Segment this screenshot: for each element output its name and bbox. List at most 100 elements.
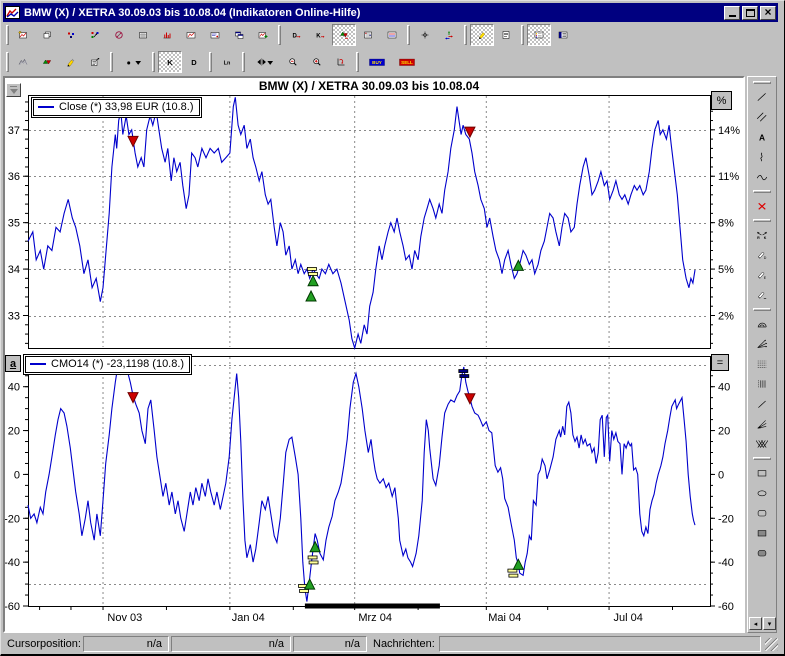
toolbar-separator	[278, 25, 281, 45]
cmo-legend[interactable]: CMO14 (*) -23,1198 (10.8.)	[23, 354, 192, 375]
shift-arrows-button[interactable]	[437, 24, 461, 46]
filled-rounded-rect-tool[interactable]	[749, 543, 775, 563]
protocol-icon	[501, 26, 511, 44]
svg-text:33: 33	[8, 311, 20, 323]
sell-signal-icon: SELL	[399, 53, 415, 71]
draw-pencil-button[interactable]	[470, 24, 494, 46]
draw-mode-3-tool[interactable]	[749, 285, 775, 305]
panel2-equals-button[interactable]: =	[711, 354, 729, 371]
diagonal-line-tool[interactable]	[749, 394, 775, 414]
text-tool[interactable]: A	[749, 127, 775, 147]
gann-fan-tool[interactable]	[749, 334, 775, 354]
draw-mode-1-tool[interactable]: D	[749, 245, 775, 265]
daily-convert-button[interactable]: D	[284, 24, 308, 46]
minimize-button[interactable]	[724, 6, 740, 20]
chart-add-button[interactable]	[251, 24, 275, 46]
scroll-more-button[interactable]: ▾	[763, 617, 776, 630]
percent-axis-button[interactable]: %	[711, 91, 732, 110]
indicator-list-icon	[534, 26, 544, 44]
point-study-button[interactable]	[59, 24, 83, 46]
protocol-button[interactable]	[494, 24, 518, 46]
scroll-left-button[interactable]: ◂	[749, 617, 762, 630]
template-window-button[interactable]	[551, 24, 575, 46]
freehand-icon	[756, 148, 768, 166]
rounded-rect-icon	[756, 504, 768, 522]
line-chart-button[interactable]	[179, 24, 203, 46]
hatch-grid-tool[interactable]	[749, 434, 775, 454]
ellipse-tool[interactable]	[749, 483, 775, 503]
indicator-list-button[interactable]	[527, 24, 551, 46]
toolbar-separator	[110, 52, 113, 72]
log-scale-button[interactable]: Ln	[215, 51, 239, 73]
point-size-dropdown[interactable]	[116, 51, 149, 73]
svg-text:D: D	[191, 58, 197, 67]
signal-triangles-button[interactable]	[332, 24, 356, 46]
close-button[interactable]: ×	[760, 6, 776, 20]
properties-button[interactable]	[83, 51, 107, 73]
price-series-line	[28, 97, 695, 348]
point-link-button[interactable]	[83, 24, 107, 46]
messages-label: Nachrichten:	[369, 638, 439, 650]
retracement-lines-icon	[756, 355, 768, 373]
new-chart-button[interactable]	[11, 24, 35, 46]
rectangle-tool[interactable]	[749, 463, 775, 483]
speed-fan-tool[interactable]	[749, 414, 775, 434]
svg-text:Nov 03: Nov 03	[107, 612, 142, 624]
retracement-lines-tool[interactable]	[749, 354, 775, 374]
indicator-lines-button[interactable]	[380, 24, 404, 46]
volume-bars-button[interactable]	[155, 24, 179, 46]
signal-grid-button[interactable]	[356, 24, 380, 46]
rounded-rect-tool[interactable]	[749, 503, 775, 523]
window-cascade-button[interactable]	[227, 24, 251, 46]
copy-chart-button[interactable]	[35, 24, 59, 46]
marker-pen-button[interactable]	[59, 51, 83, 73]
bar-width-dropdown[interactable]	[248, 51, 281, 73]
toolbar-separator	[6, 52, 9, 72]
panel2-a-button[interactable]: a	[5, 355, 21, 372]
axis-shift-button[interactable]	[329, 51, 353, 73]
extend-tool[interactable]: RK	[749, 225, 775, 245]
resize-grip[interactable]	[765, 638, 778, 651]
mountain-chart-button[interactable]	[11, 51, 35, 73]
svg-text:34: 34	[8, 264, 20, 276]
candle-convert-button[interactable]: K	[308, 24, 332, 46]
draw-mode-2-tool[interactable]: E	[749, 265, 775, 285]
svg-text:5%: 5%	[718, 264, 734, 276]
toolbar-separator	[521, 25, 524, 45]
maximize-button[interactable]	[742, 6, 758, 20]
zoom-out-button[interactable]	[281, 51, 305, 73]
price-legend[interactable]: Close (*) 33,98 EUR (10.8.)	[31, 97, 202, 118]
fibonacci-arcs-tool[interactable]	[749, 314, 775, 334]
crosshair-button[interactable]	[413, 24, 437, 46]
point-link-icon	[90, 26, 100, 44]
svg-text:20: 20	[8, 426, 20, 438]
zoom-in-button[interactable]	[305, 51, 329, 73]
vertical-lines-tool[interactable]	[749, 374, 775, 394]
svg-text:BUY: BUY	[372, 60, 382, 65]
quote-table-icon	[138, 26, 148, 44]
signal-triangles-icon	[339, 26, 349, 44]
parallel-lines-tool[interactable]	[749, 107, 775, 127]
chart-note-button[interactable]	[203, 24, 227, 46]
crosshair-icon	[420, 26, 430, 44]
updown-triangles-button[interactable]	[35, 51, 59, 73]
log-scale-icon: Ln	[222, 53, 232, 71]
trendline-tool[interactable]	[749, 87, 775, 107]
wave-tool[interactable]	[749, 167, 775, 187]
no-draw-button[interactable]	[107, 24, 131, 46]
candlestick-button[interactable]: K	[158, 51, 182, 73]
sell-signal-button[interactable]: SELL	[392, 51, 422, 73]
collapse-triangle-icon	[10, 89, 18, 94]
no-draw-icon	[114, 26, 124, 44]
quote-table-button[interactable]	[131, 24, 155, 46]
ellipse-icon	[756, 484, 768, 502]
app-chart-icon	[5, 6, 20, 19]
panel-collapse-button[interactable]	[6, 83, 21, 97]
filled-rect-tool[interactable]	[749, 523, 775, 543]
title-bar[interactable]: BMW (X) / XETRA 30.09.03 bis 10.08.04 (I…	[3, 3, 778, 22]
buy-signal-button[interactable]: BUY	[362, 51, 392, 73]
freehand-tool[interactable]	[749, 147, 775, 167]
daily-button[interactable]: D	[182, 51, 206, 73]
svg-text:37: 37	[8, 125, 20, 137]
delete-drawing-tool[interactable]	[749, 196, 775, 216]
